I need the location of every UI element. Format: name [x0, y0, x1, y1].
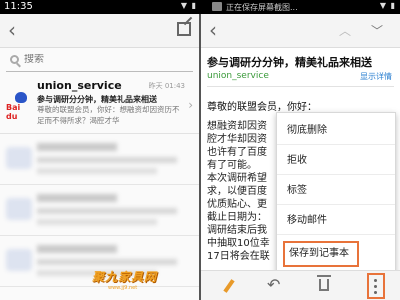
search-icon: [10, 55, 19, 64]
inbox-toolbar: ‹: [0, 14, 199, 48]
blurred-line: [37, 259, 177, 265]
watermark-url: www.jj9.net: [108, 285, 138, 291]
watermark-logo: 聚九家具网: [92, 270, 158, 284]
blurred-line: [37, 157, 177, 163]
search-input[interactable]: [24, 54, 184, 65]
message-pane: ‹ ︿ ﹀ 参与调研分分钟，精美礼品来相送 union_service 显示详情…: [201, 14, 400, 300]
blurred-avatar: [6, 198, 32, 220]
reply-icon[interactable]: ↶: [267, 275, 280, 294]
menu-item-label[interactable]: 标签: [277, 177, 395, 205]
trash-icon[interactable]: [317, 275, 331, 291]
back-chevron-icon[interactable]: ‹: [8, 20, 16, 40]
overflow-menu: 彻底删除 拒收 标签 移动邮件 保存到记事本: [276, 112, 396, 280]
blurred-avatar: [6, 147, 32, 169]
blurred-avatar: [6, 249, 32, 271]
list-item[interactable]: Bai du union_service 昨天 01:43 参与调研分分钟，精美…: [0, 76, 199, 134]
inbox-pane: ‹ Bai du union_service 昨天 01:43 参与调研分分钟，…: [0, 14, 199, 300]
message-bottom-bar: ↶: [201, 270, 400, 300]
chevron-down-icon[interactable]: ﹀: [371, 22, 383, 39]
chevron-up-icon[interactable]: ︿: [339, 22, 351, 39]
back-chevron-icon[interactable]: ‹: [209, 20, 217, 40]
mail-preview: 尊敬的联盟会员，你好：想融资却因资历不足而不得所求？渴腔才华: [37, 105, 180, 125]
status-bar: 11:35 ▼ ▮ 正在保存屏幕截图... ▼ ▮: [0, 0, 400, 14]
blurred-line: [37, 143, 117, 151]
list-item[interactable]: [0, 186, 199, 236]
dot: [374, 285, 377, 288]
avatar-text: Bai du: [6, 103, 21, 121]
message-subject: 参与调研分分钟，精美礼品来相送: [207, 56, 372, 69]
status-time: 11:35: [4, 1, 33, 12]
status-icons-left-pane: ▼ ▮: [180, 1, 197, 10]
show-details-link[interactable]: 显示详情: [360, 71, 392, 82]
list-item[interactable]: [0, 135, 199, 185]
pen-icon[interactable]: [223, 279, 235, 293]
baidu-paw-icon: [15, 92, 27, 103]
dot: [374, 279, 377, 282]
search-bar[interactable]: [6, 52, 193, 72]
screenshot-save-icon: [212, 2, 222, 11]
divider: [207, 86, 394, 87]
menu-item-save-to-notepad[interactable]: 保存到记事本: [283, 241, 359, 267]
baidu-avatar: Bai du: [6, 92, 34, 121]
menu-item-move-mail[interactable]: 移动邮件: [277, 207, 395, 235]
status-icons-right-pane: ▼ ▮: [379, 1, 396, 10]
chevron-right-icon: ›: [188, 98, 193, 112]
blurred-line: [37, 219, 157, 225]
message-toolbar: ‹ ︿ ﹀: [201, 14, 400, 48]
mail-time: 昨天 01:43: [148, 82, 185, 90]
mail-sender: union_service: [37, 79, 122, 92]
blurred-line: [37, 168, 157, 174]
menu-item-reject[interactable]: 拒收: [277, 147, 395, 175]
dot: [374, 291, 377, 294]
more-options-icon[interactable]: [367, 273, 385, 299]
status-saving-text: 正在保存屏幕截图...: [226, 3, 298, 12]
blurred-line: [37, 245, 117, 253]
compose-icon[interactable]: [177, 22, 191, 36]
menu-item-delete-permanently[interactable]: 彻底删除: [277, 117, 395, 145]
blurred-line: [37, 208, 177, 214]
message-greeting: 尊敬的联盟会员，你好：: [207, 102, 317, 113]
message-sender[interactable]: union_service: [207, 71, 269, 81]
blurred-line: [37, 194, 117, 202]
